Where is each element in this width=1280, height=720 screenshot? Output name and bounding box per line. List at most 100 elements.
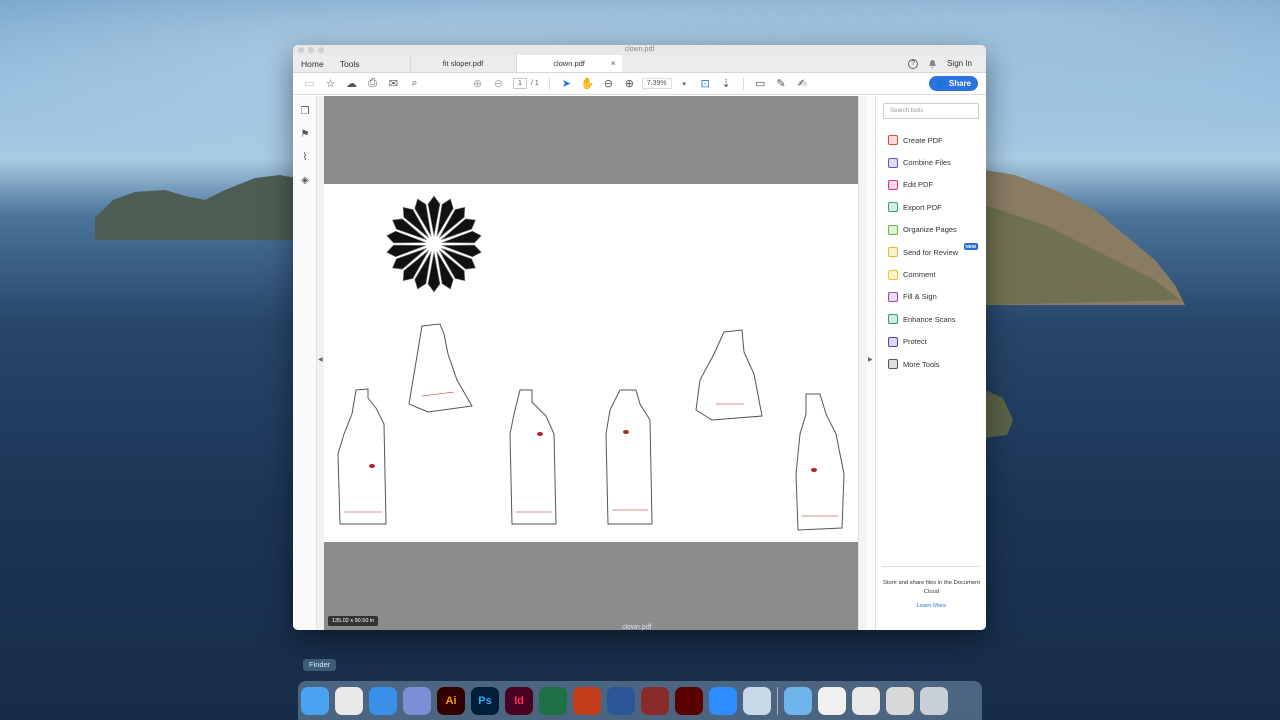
tools-pane: Search tools Create PDF Combine Files Edit… [875,96,986,630]
tool-icon [888,224,898,235]
tool-icon [888,247,898,258]
tool-label: Export PDF [903,202,942,212]
dock-excel-icon[interactable] [539,686,567,715]
window-titlebar: clown.pdf [293,45,986,55]
dock-safari-icon[interactable] [369,686,397,715]
tool-protect[interactable]: Protect [876,331,986,353]
pdf-page [324,184,858,542]
dock-finder-icon[interactable] [301,686,329,715]
tab-fit-sloper[interactable]: fit sloper.pdf [409,55,516,72]
bookmarks-icon[interactable]: ⚑ [293,123,317,146]
tool-edit-pdf[interactable]: Edit PDF [876,174,986,196]
comment-icon[interactable]: ▭ [750,77,771,90]
tool-export-pdf[interactable]: Export PDF [876,196,986,218]
help-icon[interactable]: ? [908,58,919,69]
vertical-scrollbar[interactable] [858,96,867,630]
dock-acrobat-icon[interactable] [675,686,703,715]
select-cursor-icon[interactable]: ➤ [556,77,577,90]
fit-page-icon[interactable]: ⊡ [695,77,716,90]
dock-chrome-icon[interactable] [335,686,363,715]
tool-label: More Tools [903,359,940,369]
search-tools-input[interactable]: Search tools [883,103,979,119]
dock-window-stack-icon[interactable] [886,686,914,715]
tool-label: Enhance Scans [903,314,956,324]
sign-in-button[interactable]: Sign In [947,59,972,68]
learn-more-link[interactable]: Learn More [882,602,981,611]
zoom-level-select[interactable]: 7.39% [641,78,672,89]
pattern-piece-top-left [408,323,473,413]
dock-photoshop-icon[interactable]: Ps [471,686,499,715]
email-icon[interactable]: ✉ [383,77,404,90]
nav-home[interactable]: Home [293,55,332,72]
dock-illustrator-icon[interactable]: Ai [437,686,465,715]
right-pane-toggle[interactable]: ▶ [867,96,875,630]
dock-powerpoint-icon[interactable] [573,686,601,715]
dock-trash-icon[interactable] [920,686,948,715]
sign-icon[interactable]: ✍ [792,77,813,90]
nav-tools[interactable]: Tools [332,55,368,72]
zoom-out-icon[interactable]: ⊖ [598,77,619,90]
pattern-piece-front-center [509,389,557,525]
dock-screenshot-stack-icon[interactable] [852,686,880,715]
next-page-icon[interactable]: ⊖ [488,77,509,90]
zoom-dropdown-chevron-icon[interactable]: ▾ [674,80,695,88]
tool-comment[interactable]: Comment [876,263,986,285]
ruffle-collar-piece [386,195,482,293]
highlight-pen-icon[interactable]: ✎ [771,77,792,90]
dock-downloads-folder-icon[interactable] [784,686,812,715]
previous-page-icon[interactable]: ⊕ [467,77,488,90]
pattern-pieces-drawing [337,195,845,531]
tool-create-pdf[interactable]: Create PDF [876,129,986,151]
share-button[interactable]: 👤 Share [929,76,978,91]
tool-fill-sign[interactable]: Fill & Sign [876,286,986,308]
minimize-window-button[interactable] [308,47,314,53]
print-icon[interactable]: ⎙ [362,77,383,90]
tab-label: fit sloper.pdf [442,59,484,68]
cloud-promo-text: Store and share files in the Document Cl… [883,580,980,595]
scroll-mode-icon[interactable]: ⇣ [716,77,737,90]
dock-indesign-icon[interactable]: Id [505,686,533,715]
zoom-in-icon[interactable]: ⊕ [619,77,640,90]
tab-clown[interactable]: clown.pdf × [515,55,622,72]
save-icon[interactable]: ▭ [299,77,320,90]
page-number-input[interactable]: 1 [513,78,527,89]
desktop-island-right [985,170,1185,305]
tool-label: Comment [903,270,936,280]
tool-icon [888,314,898,325]
tool-more-tools[interactable]: More Tools [876,353,986,375]
tool-send-for-review[interactable]: Send for Review NEW [876,241,986,263]
dock-preview-icon[interactable] [743,686,771,715]
zoom-window-button[interactable] [318,47,324,53]
tool-organize-pages[interactable]: Organize Pages [876,219,986,241]
document-canvas[interactable]: 135.02 x 90.50 in [324,96,858,630]
attachments-icon[interactable]: ⌇ [293,146,317,169]
tool-icon [888,359,898,370]
dock-word-icon[interactable] [607,686,635,715]
dock-zoom-icon[interactable] [709,686,737,715]
tool-enhance-scans[interactable]: Enhance Scans [876,308,986,330]
bell-icon[interactable] [928,59,937,69]
acrobat-window: clown.pdf Home Tools fit sloper.pdf clow… [293,45,986,630]
pattern-piece-top-right [695,329,763,421]
tabbar-right: ? Sign In [908,55,986,72]
tool-label: Edit PDF [903,180,934,190]
tool-icon [888,157,898,168]
dock-document-stack-icon[interactable] [818,686,846,715]
left-pane-toggle[interactable]: ◀ [317,96,324,630]
share-label: Share [948,79,972,88]
bookmark-star-icon[interactable]: ☆ [320,77,341,90]
close-tab-icon[interactable]: × [611,59,616,68]
find-icon[interactable]: ⌕ [404,77,425,90]
dock-photo-booth-icon[interactable] [641,686,669,715]
page-thumbnails-icon[interactable]: ❐ [293,100,317,123]
cloud-upload-icon[interactable]: ☁ [341,77,362,90]
dock: Ai Ps Id [298,681,982,720]
window-controls [298,47,324,53]
dock-creative-cloud-icon[interactable] [403,686,431,715]
close-window-button[interactable] [298,47,304,53]
dock-divider [777,686,778,715]
tool-combine-files[interactable]: Combine Files [876,151,986,173]
layers-icon[interactable]: ◈ [293,169,317,192]
add-user-icon: 👤 [935,79,946,88]
hand-tool-icon[interactable]: ✋ [577,77,598,90]
